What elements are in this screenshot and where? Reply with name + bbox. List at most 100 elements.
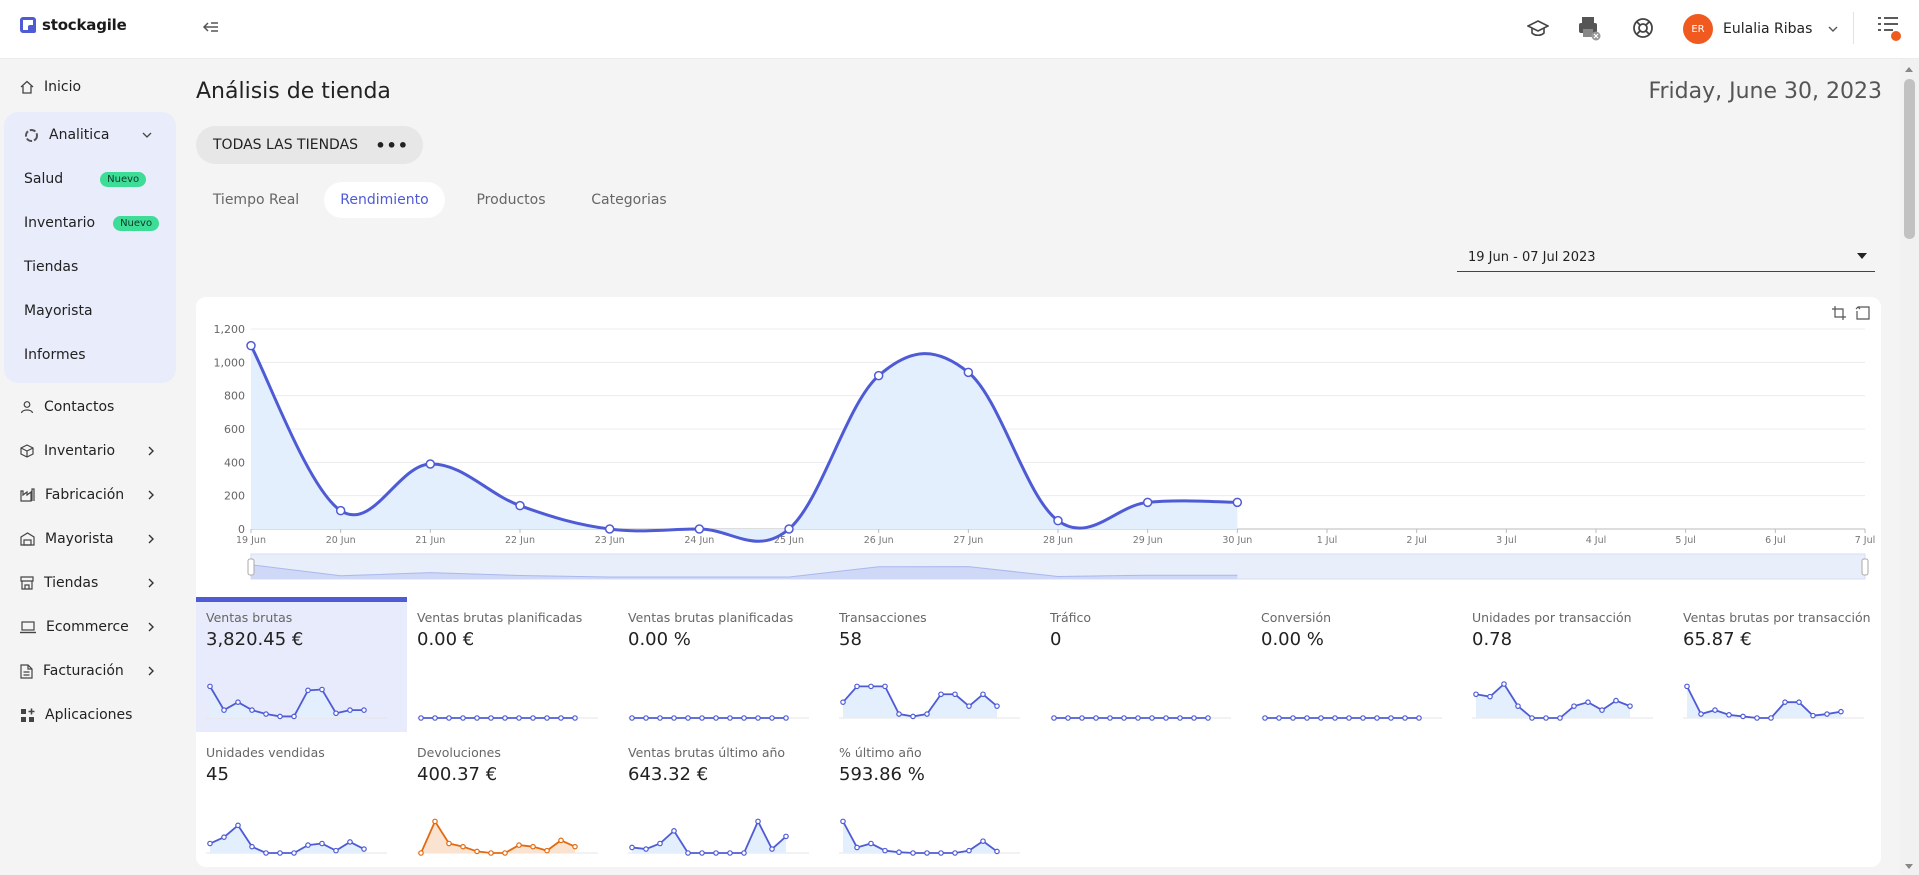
chevron-down-icon [1828,26,1838,32]
tab-productos[interactable]: Productos [456,182,566,218]
kpi-label: Ventas brutas planificadas [417,610,583,625]
sidebar-item-label: Contactos [44,399,115,415]
sparkline-point [896,849,902,856]
sidebar-item-ecommerce[interactable]: Ecommerce [20,612,154,642]
vertical-scrollbar[interactable] [1900,59,1919,875]
sparkline-point [1135,715,1141,721]
user-menu[interactable]: ER Eulalia Ribas [1683,14,1838,44]
more-options-icon[interactable]: ••• [375,136,409,155]
sparkline-point [1627,703,1633,709]
sidebar-item-facturacion[interactable]: Facturación [20,656,154,686]
sidebar-item-tiendas-analitica[interactable]: Tiendas [24,252,78,282]
sparkline-point [840,818,846,825]
kpi-label: Ventas brutas [206,610,293,625]
kpi-tile[interactable]: Transacciones 58 [829,597,1040,732]
zoom-handle-left[interactable] [247,558,255,576]
kpi-tile[interactable]: Ventas brutas 3,820.45 € [196,597,407,732]
sparkline-point [840,699,846,705]
sparkline-point [291,713,297,720]
sparkline-point [1613,697,1619,704]
data-point[interactable] [425,459,436,469]
sparkline-point [1810,712,1816,719]
kpi-tile[interactable]: Devoluciones 400.37 € [407,732,618,867]
kpi-tile[interactable]: Ventas brutas planificadas 0.00 % [618,597,829,732]
store-selector[interactable]: TODAS LAS TIENDAS ••• [196,126,423,164]
data-point[interactable] [1232,497,1243,508]
sparkline-point [572,843,578,850]
data-point[interactable] [246,340,256,351]
kpi-tile[interactable]: Ventas brutas planificadas 0.00 € [407,597,618,732]
sparkline-point [530,843,536,850]
scrollbar-thumb[interactable] [1904,79,1915,239]
sidebar-item-salud[interactable]: Salud Nuevo [24,164,147,194]
kpi-value: 58 [839,629,862,650]
sidebar-item-tiendas[interactable]: Tiendas [20,568,154,598]
tab-rendimiento[interactable]: Rendimiento [324,182,445,218]
sparkline-point [980,691,986,698]
sidebar-item-contactos[interactable]: Contactos [20,392,114,422]
sparkline-point [769,715,775,721]
menu-list-icon[interactable] [1876,15,1902,41]
chevron-right-icon [148,490,154,500]
x-tick-label: 2 Jul [1406,535,1427,546]
data-point[interactable] [515,500,525,511]
data-point[interactable] [604,524,615,534]
data-point[interactable] [1142,497,1153,508]
sidebar-item-mayorista-analitica[interactable]: Mayorista [24,296,93,326]
sidebar-item-aplicaciones[interactable]: Aplicaciones [20,700,132,730]
sparkline-point [924,711,930,717]
kpi-sparkline [1472,681,1653,721]
kpi-tile[interactable]: Ventas brutas último año 643.32 € [618,732,829,867]
sidebar-item-fabricacion[interactable]: Fabricación [20,480,154,510]
collapse-sidebar-button[interactable] [202,18,222,38]
sales-chart[interactable]: 02004006008001,0001,20019 Jun 20 Jun 21 Ju… [196,297,1881,597]
y-tick-label: 200 [224,490,245,503]
series-area [251,345,1238,542]
sparkline-point [1515,703,1521,709]
data-point[interactable] [694,524,705,534]
graduation-cap-icon[interactable] [1525,15,1551,41]
kpi-value: 3,820.45 € [206,629,304,650]
kpi-value: 0.00 € [417,629,475,650]
kpi-tile[interactable]: Unidades por transacción 0.78 [1462,597,1673,732]
kpi-tile[interactable]: Tráfico 0 [1040,597,1251,732]
sidebar-item-label: Mayorista [45,531,114,547]
zoom-handle-right[interactable] [1861,558,1869,576]
kpi-value: 0.78 [1472,629,1513,650]
sidebar-item-inventario-analitica[interactable]: Inventario Nuevo [24,208,160,238]
sidebar-item-analitica[interactable]: Analitica [24,120,152,150]
data-point[interactable] [1053,515,1063,526]
sparkline-point [1557,715,1563,721]
kpi-tile[interactable]: Unidades vendidas 45 [196,732,407,867]
sparkline-point [1824,711,1830,717]
data-point[interactable] [873,370,884,381]
kpi-sparkline [1261,715,1442,721]
tab-tiempo-real[interactable]: Tiempo Real [196,182,316,218]
support-icon[interactable] [1630,15,1656,41]
sparkline-point [671,828,677,834]
sidebar-item-informes[interactable]: Informes [24,340,86,370]
sparkline-point [629,715,635,721]
kpi-tile[interactable]: % último año 593.86 % [829,732,1040,867]
logo[interactable]: stockagile [20,16,127,34]
kpi-tile[interactable]: Conversión 0.00 % [1251,597,1462,732]
kpi-tile[interactable]: Ventas brutas por transacción 65.87 € [1673,597,1881,732]
sparkline-point [896,711,902,717]
sparkline-point [361,707,367,713]
date-range-select[interactable]: 19 Jun - 07 Jul 2023 [1457,244,1875,272]
data-point[interactable] [335,505,346,516]
sparkline-area [1687,686,1841,718]
sparkline-point [1276,715,1282,721]
sidebar-item-inventario[interactable]: Inventario [20,436,154,466]
sidebar-item-inicio[interactable]: Inicio [20,72,81,102]
scroll-down-arrow-icon[interactable] [1905,864,1913,869]
data-point[interactable] [784,524,794,534]
sidebar-item-mayorista[interactable]: Mayorista [20,524,154,554]
kpi-value: 0 [1050,629,1062,650]
tab-categorias[interactable]: Categorias [574,182,684,218]
printer-icon[interactable] [1576,15,1602,41]
scroll-up-arrow-icon[interactable] [1905,67,1913,72]
kpi-sparkline [839,818,1020,856]
data-point[interactable] [963,367,974,378]
sparkline-point [868,840,874,847]
